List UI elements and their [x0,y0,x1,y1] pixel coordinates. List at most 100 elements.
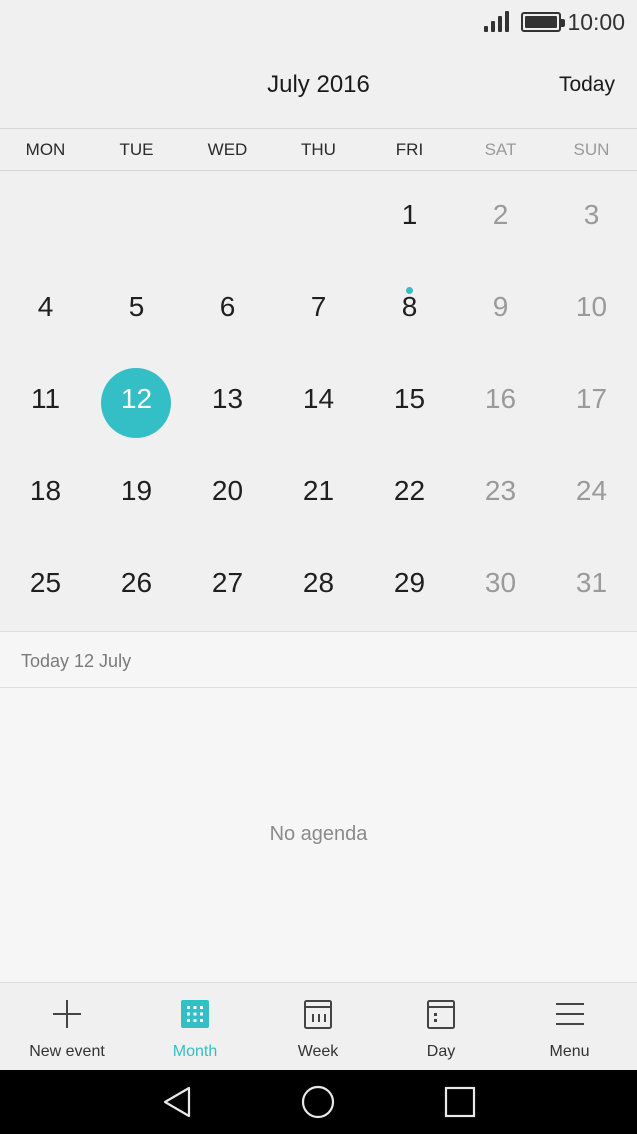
week-calendar-icon [304,1000,332,1029]
day-cell-15[interactable]: 15 [364,355,455,447]
day-cell-8[interactable]: 8 [364,263,455,355]
day-cell-2[interactable]: 2 [455,171,546,263]
tab-day-label: Day [426,1043,456,1060]
day-cell-23[interactable]: 23 [455,447,546,539]
tab-week-label: Week [297,1043,339,1060]
agenda-date-label: Today 12 July [21,651,132,671]
day-number: 7 [310,291,327,322]
tab-day[interactable]: Day [380,983,502,1070]
day-number: 28 [302,567,335,598]
day-number: 20 [211,475,244,506]
menu-label: Menu [549,1043,590,1060]
day-number: 14 [302,383,335,414]
weekday-wed: WED [207,140,248,159]
week-row: 11 12 13 14 15 16 17 [0,355,637,447]
plus-icon [53,1000,81,1028]
day-number: 3 [583,199,600,230]
today-button[interactable]: Today [559,73,615,97]
day-number: 11 [30,383,61,414]
empty-day-cell [91,171,182,263]
day-cell-16[interactable]: 16 [455,355,546,447]
weekday-fri: FRI [395,140,424,159]
agenda-list[interactable]: No agenda [0,688,637,982]
new-event-button[interactable]: New event [0,983,134,1070]
day-number: 6 [219,291,236,322]
home-icon[interactable] [300,1084,336,1120]
no-agenda-text: No agenda [269,823,368,845]
weekday-thu: THU [301,140,336,159]
day-cell-30[interactable]: 30 [455,539,546,631]
day-cell-25[interactable]: 25 [0,539,91,631]
new-event-label: New event [29,1043,105,1060]
day-number: 16 [484,383,517,414]
day-cell-24[interactable]: 24 [546,447,637,539]
recent-apps-icon[interactable] [442,1084,478,1120]
day-cell-11[interactable]: 11 [0,355,91,447]
day-cell-1[interactable]: 1 [364,171,455,263]
day-number: 27 [211,567,244,598]
tab-month[interactable]: Month [134,983,256,1070]
day-cell-18[interactable]: 18 [0,447,91,539]
empty-day-cell [182,171,273,263]
event-indicator-dot [406,287,413,294]
day-cell-21[interactable]: 21 [273,447,364,539]
month-grid: 1 2 3 4 5 6 7 8 9 10 11 12 13 14 15 16 17 18 19 20 21 22 23 24 2… [0,171,637,631]
menu-icon [555,1003,584,1025]
day-number: 2 [492,199,509,230]
day-cell-26[interactable]: 26 [91,539,182,631]
menu-button[interactable]: Menu [502,983,637,1070]
day-cell-12[interactable]: 12 [91,355,182,447]
weekday-mon: MON [25,140,66,159]
day-number: 25 [29,567,62,598]
day-number: 26 [120,567,153,598]
day-number: 4 [37,291,54,322]
day-number: 15 [393,383,426,414]
bottom-toolbar: New event Month Week Day Menu [0,982,637,1070]
weekday-sun: SUN [573,140,610,159]
day-number: 24 [575,475,608,506]
day-cell-31[interactable]: 31 [546,539,637,631]
day-number: 31 [575,567,608,598]
weekday-header-row: MON TUE WED THU FRI SAT SUN [0,128,637,171]
day-cell-5[interactable]: 5 [91,263,182,355]
day-number: 21 [302,475,335,506]
tab-week[interactable]: Week [256,983,380,1070]
system-navigation-bar [0,1070,637,1134]
back-icon[interactable] [159,1084,195,1120]
empty-day-cell [273,171,364,263]
day-cell-4[interactable]: 4 [0,263,91,355]
battery-icon [521,12,565,32]
month-title[interactable]: July 2016 [0,71,637,99]
weekday-sat: SAT [484,140,517,159]
day-cell-9[interactable]: 9 [455,263,546,355]
day-cell-7[interactable]: 7 [273,263,364,355]
day-number: 5 [128,291,145,322]
day-number: 22 [393,475,426,506]
day-cell-14[interactable]: 14 [273,355,364,447]
day-number: 1 [401,199,418,230]
day-cell-27[interactable]: 27 [182,539,273,631]
day-cell-19[interactable]: 19 [91,447,182,539]
day-cell-3[interactable]: 3 [546,171,637,263]
day-cell-17[interactable]: 17 [546,355,637,447]
week-row: 25 26 27 28 29 30 31 [0,539,637,631]
day-cell-10[interactable]: 10 [546,263,637,355]
day-number: 30 [484,567,517,598]
day-number: 9 [492,291,509,322]
day-number: 12 [120,383,153,414]
tab-month-label: Month [172,1043,218,1060]
day-cell-22[interactable]: 22 [364,447,455,539]
day-cell-20[interactable]: 20 [182,447,273,539]
agenda-header: Today 12 July [0,631,637,688]
day-cell-13[interactable]: 13 [182,355,273,447]
day-number: 13 [211,383,244,414]
day-calendar-icon [427,1000,455,1029]
week-row: 18 19 20 21 22 23 24 [0,447,637,539]
day-cell-29[interactable]: 29 [364,539,455,631]
status-bar: 10:00 [0,0,637,44]
signal-icon [484,10,512,32]
day-cell-6[interactable]: 6 [182,263,273,355]
day-number: 10 [575,291,608,322]
day-cell-28[interactable]: 28 [273,539,364,631]
empty-day-cell [0,171,91,263]
